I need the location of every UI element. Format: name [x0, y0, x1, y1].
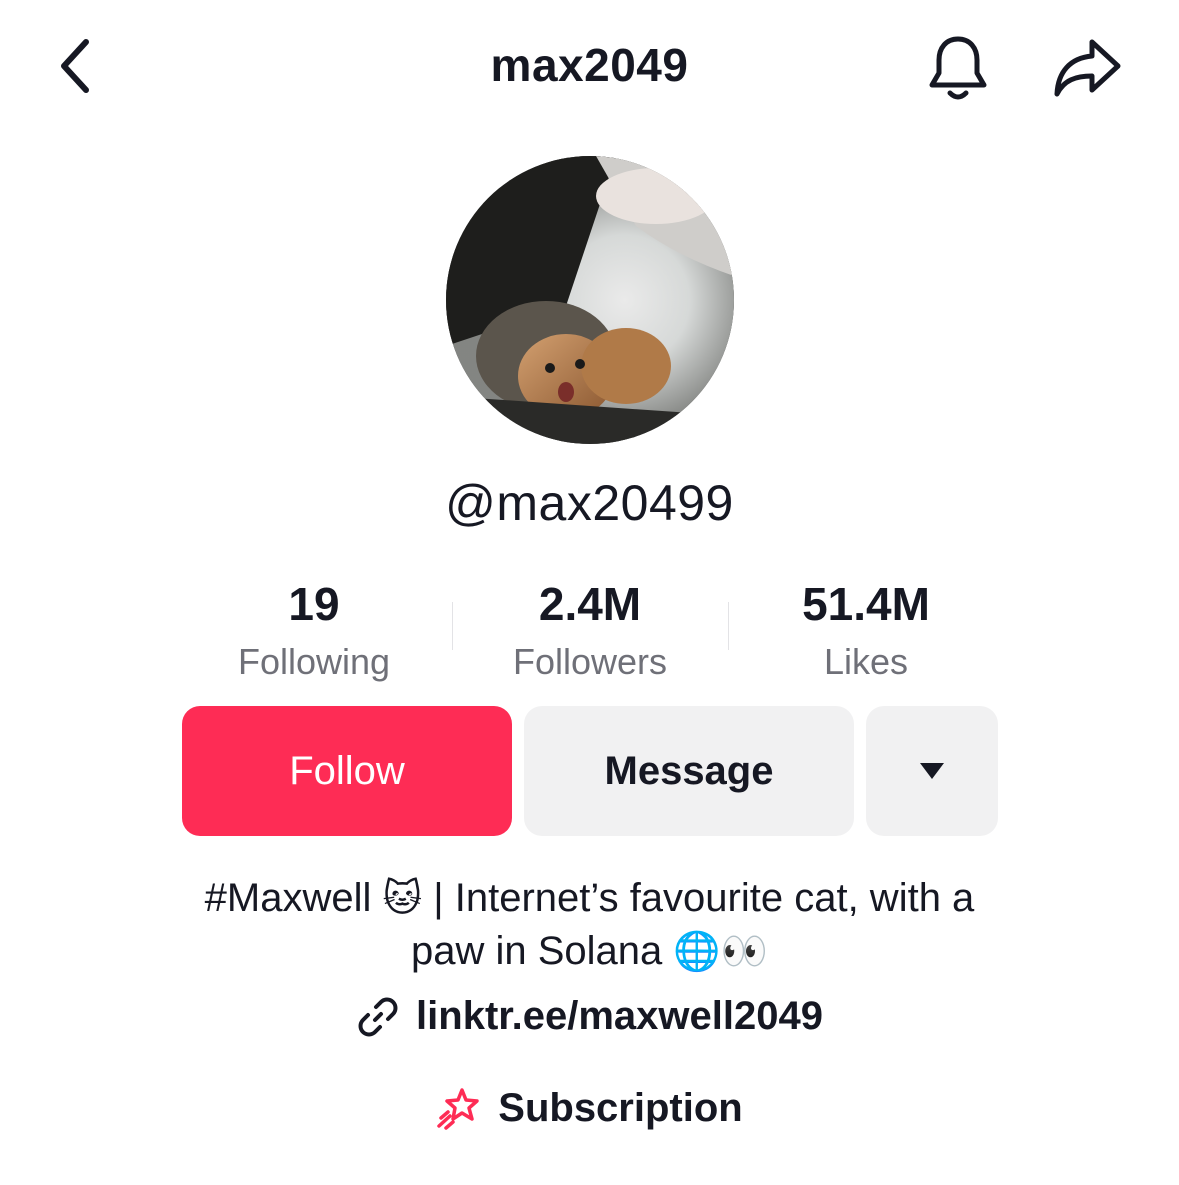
stat-followers-label: Followers [512, 641, 668, 682]
stat-following-label: Following [237, 641, 391, 682]
stat-likes-label: Likes [823, 641, 909, 682]
subscription-button[interactable]: Subscription [0, 1084, 1179, 1132]
notification-bell-button[interactable] [920, 30, 996, 106]
avatar-image [446, 156, 734, 444]
bio-text: | Internet’s favourite cat, with a [433, 876, 975, 920]
bio-link[interactable]: linktr.ee/maxwell2049 [0, 994, 1179, 1039]
bio-hashtag[interactable]: #Maxwell [205, 876, 383, 920]
link-icon [358, 997, 398, 1036]
bio-link-text[interactable]: linktr.ee/maxwell2049 [416, 994, 823, 1039]
follow-button[interactable]: Follow [182, 706, 512, 836]
top-bar: max2049 [0, 0, 1179, 130]
cat-emoji: 🐱 [382, 878, 423, 920]
stat-followers[interactable]: 2.4M Followers [452, 576, 728, 690]
bell-icon [929, 36, 987, 100]
profile-username: @max20499 [445, 475, 734, 531]
stat-followers-count: 2.4M [538, 578, 642, 630]
stat-following-count: 19 [288, 578, 340, 630]
page-title: max2049 [490, 39, 689, 91]
subscription-star-icon [437, 1088, 480, 1130]
globe-eyes-emoji: 🌐👀 [673, 931, 769, 973]
avatar[interactable] [446, 156, 734, 444]
subscription-label: Subscription [498, 1085, 743, 1130]
profile-stats: 19 Following 2.4M Followers 51.4M Likes [176, 576, 1004, 686]
profile-page: max2049 @max20499 19 Following 2.4M Foll… [0, 0, 1179, 1185]
bio-text: paw in Solana [410, 929, 674, 973]
triangle-down-icon [920, 763, 944, 779]
more-options-button[interactable] [866, 706, 998, 836]
bio-line-1: #Maxwell 🐱 | Internet’s favourite cat, w… [100, 872, 1079, 925]
share-button[interactable] [1048, 30, 1128, 106]
profile-bio: #Maxwell 🐱 | Internet’s favourite cat, w… [100, 872, 1079, 978]
stat-likes[interactable]: 51.4M Likes [728, 576, 1004, 690]
stat-following[interactable]: 19 Following [176, 576, 452, 690]
stat-likes-count: 51.4M [802, 578, 930, 630]
bio-line-2: paw in Solana 🌐👀 [100, 925, 1079, 978]
message-button[interactable]: Message [524, 706, 854, 836]
share-arrow-icon [1054, 39, 1121, 97]
